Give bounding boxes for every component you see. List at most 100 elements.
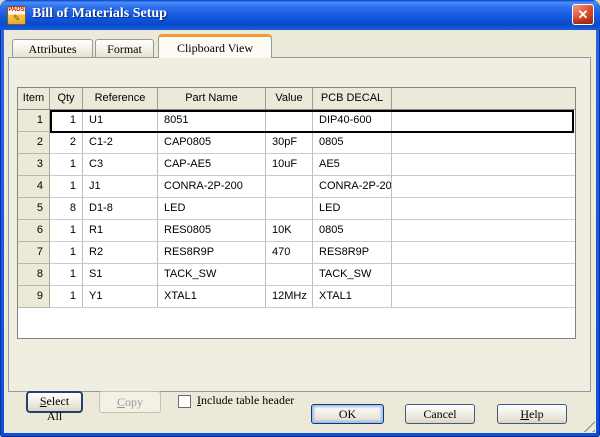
- tab-clipboard-view[interactable]: Clipboard View: [158, 34, 272, 58]
- resize-grip[interactable]: [582, 419, 595, 432]
- row-header-cell[interactable]: 9: [18, 286, 50, 308]
- tab-format[interactable]: Format: [95, 39, 154, 58]
- table-cell-filler[interactable]: [392, 110, 575, 132]
- column-header[interactable]: Value: [266, 88, 313, 109]
- include-table-header-checkbox[interactable]: [178, 395, 191, 408]
- table-cell[interactable]: [266, 110, 313, 132]
- table-cell[interactable]: RES0805: [158, 220, 266, 242]
- table-cell[interactable]: S1: [83, 264, 158, 286]
- table-header-row: ItemQtyReferencePart NameValuePCB DECAL: [18, 88, 575, 110]
- table-cell-filler[interactable]: [392, 176, 575, 198]
- cancel-button[interactable]: Cancel: [405, 404, 475, 424]
- help-button[interactable]: Help: [497, 404, 567, 424]
- table-cell[interactable]: RES8R9P: [313, 242, 392, 264]
- table-cell-filler[interactable]: [392, 154, 575, 176]
- table-cell-filler[interactable]: [392, 198, 575, 220]
- row-header-cell[interactable]: 6: [18, 220, 50, 242]
- window-title: Bill of Materials Setup: [32, 6, 167, 22]
- table-cell[interactable]: 1: [50, 220, 83, 242]
- table-cell[interactable]: R1: [83, 220, 158, 242]
- table-row[interactable]: 31C3CAP-AE510uFAE5: [18, 154, 575, 176]
- row-header-cell[interactable]: 2: [18, 132, 50, 154]
- table-cell[interactable]: 10K: [266, 220, 313, 242]
- table-cell[interactable]: [266, 176, 313, 198]
- column-header-filler: [392, 88, 575, 109]
- table-cell[interactable]: 8: [50, 198, 83, 220]
- table-cell[interactable]: R2: [83, 242, 158, 264]
- ok-button[interactable]: OK: [311, 404, 384, 424]
- table-cell[interactable]: CONRA-2P-200: [313, 176, 392, 198]
- include-table-header-label[interactable]: Include table header: [197, 393, 294, 408]
- dialog-body: Attributes Format Clipboard View ItemQty…: [4, 30, 596, 433]
- table-cell[interactable]: 2: [50, 132, 83, 154]
- table-cell[interactable]: Y1: [83, 286, 158, 308]
- table-row[interactable]: 61R1RES080510K0805: [18, 220, 575, 242]
- column-header[interactable]: Qty: [50, 88, 83, 109]
- table-row[interactable]: 58D1-8LEDLED: [18, 198, 575, 220]
- column-header[interactable]: Part Name: [158, 88, 266, 109]
- table-cell[interactable]: 1: [50, 110, 83, 132]
- clipboard-view-tab-page: ItemQtyReferencePart NameValuePCB DECAL …: [8, 57, 591, 392]
- table-cell[interactable]: 1: [50, 286, 83, 308]
- table-cell[interactable]: TACK_SW: [158, 264, 266, 286]
- table-cell[interactable]: RES8R9P: [158, 242, 266, 264]
- table-row[interactable]: 11U18051DIP40-600: [18, 110, 575, 132]
- table-cell[interactable]: AE5: [313, 154, 392, 176]
- table-cell[interactable]: D1-8: [83, 198, 158, 220]
- column-header[interactable]: PCB DECAL: [313, 88, 392, 109]
- table-cell[interactable]: 8051: [158, 110, 266, 132]
- table-row[interactable]: 81S1TACK_SWTACK_SW: [18, 264, 575, 286]
- table-cell[interactable]: 470: [266, 242, 313, 264]
- table-cell[interactable]: 1: [50, 264, 83, 286]
- table-body: 11U18051DIP40-60022C1-2CAP080530pF080531…: [18, 110, 575, 308]
- table-cell[interactable]: 1: [50, 242, 83, 264]
- table-cell-filler[interactable]: [392, 286, 575, 308]
- row-header-cell[interactable]: 8: [18, 264, 50, 286]
- row-header-cell[interactable]: 5: [18, 198, 50, 220]
- table-cell[interactable]: 10uF: [266, 154, 313, 176]
- select-all-button[interactable]: Select All: [26, 391, 83, 413]
- row-header-cell[interactable]: 3: [18, 154, 50, 176]
- pencil-icon: ✎: [8, 14, 25, 23]
- column-header[interactable]: Item: [18, 88, 50, 109]
- copy-button[interactable]: Copy: [99, 391, 161, 413]
- row-header-cell[interactable]: 7: [18, 242, 50, 264]
- table-cell[interactable]: 1: [50, 176, 83, 198]
- table-cell[interactable]: 0805: [313, 220, 392, 242]
- table-cell-filler[interactable]: [392, 132, 575, 154]
- table-cell[interactable]: CAP0805: [158, 132, 266, 154]
- table-cell[interactable]: U1: [83, 110, 158, 132]
- row-header-cell[interactable]: 4: [18, 176, 50, 198]
- table-row[interactable]: 71R2RES8R9P470RES8R9P: [18, 242, 575, 264]
- table-row[interactable]: 91Y1XTAL112MHzXTAL1: [18, 286, 575, 308]
- table-cell[interactable]: CAP-AE5: [158, 154, 266, 176]
- table-cell[interactable]: TACK_SW: [313, 264, 392, 286]
- table-cell[interactable]: DIP40-600: [313, 110, 392, 132]
- tab-attributes[interactable]: Attributes: [12, 39, 93, 58]
- table-cell-filler[interactable]: [392, 264, 575, 286]
- table-row[interactable]: 22C1-2CAP080530pF0805: [18, 132, 575, 154]
- table-cell[interactable]: LED: [313, 198, 392, 220]
- table-cell[interactable]: [266, 264, 313, 286]
- table-cell[interactable]: C1-2: [83, 132, 158, 154]
- table-row[interactable]: 41J1CONRA-2P-200CONRA-2P-200: [18, 176, 575, 198]
- table-cell[interactable]: 30pF: [266, 132, 313, 154]
- table-cell[interactable]: [266, 198, 313, 220]
- row-header-cell[interactable]: 1: [18, 110, 50, 132]
- table-cell[interactable]: C3: [83, 154, 158, 176]
- table-cell[interactable]: 0805: [313, 132, 392, 154]
- table-cell[interactable]: CONRA-2P-200: [158, 176, 266, 198]
- column-header[interactable]: Reference: [83, 88, 158, 109]
- pads-app-icon: PADS ✎: [7, 6, 26, 25]
- table-cell-filler[interactable]: [392, 220, 575, 242]
- bom-table: ItemQtyReferencePart NameValuePCB DECAL …: [17, 87, 576, 339]
- table-cell[interactable]: 1: [50, 154, 83, 176]
- table-cell[interactable]: XTAL1: [313, 286, 392, 308]
- table-cell[interactable]: J1: [83, 176, 158, 198]
- title-bar[interactable]: PADS ✎ Bill of Materials Setup ✕: [0, 0, 600, 30]
- table-cell-filler[interactable]: [392, 242, 575, 264]
- close-button[interactable]: ✕: [572, 4, 594, 25]
- table-cell[interactable]: LED: [158, 198, 266, 220]
- table-cell[interactable]: XTAL1: [158, 286, 266, 308]
- table-cell[interactable]: 12MHz: [266, 286, 313, 308]
